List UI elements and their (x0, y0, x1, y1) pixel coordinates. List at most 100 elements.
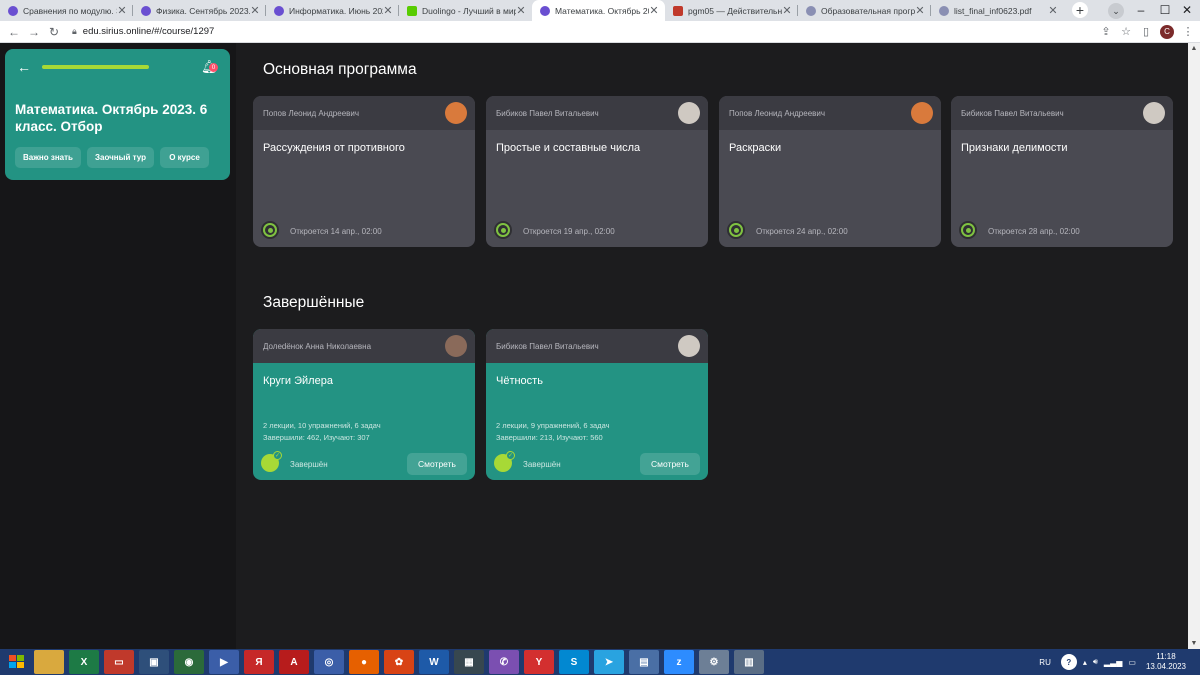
locked-lesson-icon (727, 221, 745, 239)
browser-tab-active[interactable]: Математика. Октябрь 2023 ✕ (532, 0, 665, 21)
file-explorer-icon[interactable] (34, 650, 64, 674)
clock[interactable]: 11:18 13.04.2023 (1146, 652, 1186, 672)
windows-logo-icon (9, 655, 24, 668)
sidebar: ← 🔔︎ 0 Математика. Октябрь 2023. 6 класс… (0, 43, 236, 649)
lesson-card[interactable]: Попов Леонид Андреевич Раскраски Откроет… (719, 96, 941, 247)
scroll-up-icon[interactable]: ▲ (1188, 45, 1200, 52)
app-icon[interactable]: ▣ (139, 650, 169, 674)
minimize-button[interactable]: – (1134, 3, 1148, 17)
browser-tab[interactable]: Информатика. Июнь 2023 ✕ (266, 0, 399, 21)
close-icon[interactable]: ✕ (915, 4, 925, 17)
lesson-status: Откроется 14 апр., 02:00 (290, 227, 382, 236)
app-icon[interactable]: ▤ (629, 650, 659, 674)
important-button[interactable]: Важно знать (15, 147, 81, 168)
reload-icon[interactable]: ↻ (44, 25, 64, 39)
pdf-icon[interactable]: A (279, 650, 309, 674)
maximize-button[interactable]: ☐ (1158, 3, 1172, 17)
about-course-button[interactable]: О курсе (160, 147, 209, 168)
view-button[interactable]: Смотреть (640, 453, 700, 475)
close-icon[interactable]: ✕ (649, 4, 659, 17)
tab-favicon-icon (407, 5, 417, 16)
clock-date: 13.04.2023 (1145, 662, 1186, 671)
viber-icon[interactable]: ✆ (489, 650, 519, 674)
yandex-icon[interactable]: Я (244, 650, 274, 674)
lesson-participants: Завершили: 213, Изучают: 560 (496, 433, 603, 442)
chevron-up-icon[interactable]: ▴ (1083, 658, 1087, 667)
browser-tab[interactable]: Физика. Сентябрь 2023. 7 ✕ (133, 0, 266, 21)
browser-tab[interactable]: list_final_inf0623.pdf ✕ (931, 0, 1064, 21)
word-icon[interactable]: W (419, 650, 449, 674)
share-icon[interactable]: ⇪ (1096, 25, 1116, 38)
sidepanel-icon[interactable]: ▯ (1136, 25, 1156, 38)
completed-lesson-card[interactable]: Долеdёнок Анна Николаевна Круги Эйлера 2… (253, 329, 475, 480)
close-icon[interactable]: ✕ (516, 4, 526, 17)
new-tab-button[interactable]: + (1072, 2, 1088, 18)
completed-lesson-card[interactable]: Бибиков Павел Витальевич Чётность 2 лекц… (486, 329, 708, 480)
network-icon[interactable]: ▂▃▅ (1104, 658, 1122, 667)
scroll-down-icon[interactable]: ▼ (1188, 640, 1200, 647)
app-icon[interactable]: ◉ (174, 650, 204, 674)
course-card: ← 🔔︎ 0 Математика. Октябрь 2023. 6 класс… (5, 49, 230, 180)
lesson-card[interactable]: Бибиков Павел Витальевич Признаки делимо… (951, 96, 1173, 247)
volume-icon[interactable]: 🔊︎ (1093, 657, 1098, 667)
profile-avatar[interactable]: С (1160, 24, 1174, 39)
correspondence-tour-button[interactable]: Заочный тур (87, 147, 154, 168)
app-icon[interactable]: ▭ (104, 650, 134, 674)
teacher-avatar (445, 335, 467, 357)
menu-kebab-icon[interactable]: ⋮ (1178, 25, 1198, 38)
lock-icon: 🔒︎ (72, 26, 77, 36)
excel-icon[interactable]: X (69, 650, 99, 674)
language-indicator[interactable]: RU (1039, 658, 1051, 667)
notification-badge: 0 (209, 63, 218, 72)
lesson-status: Откроется 24 апр., 02:00 (756, 227, 848, 236)
lesson-title: Рассуждения от противного (263, 142, 405, 154)
yandex-browser-icon[interactable]: Y (524, 650, 554, 674)
url-field[interactable]: 🔒︎ edu.sirius.online/#/course/1297 (72, 26, 1096, 37)
forward-arrow-icon[interactable]: → (24, 25, 44, 39)
calculator-icon[interactable]: ▥ (734, 650, 764, 674)
locked-lesson-icon (261, 221, 279, 239)
browser-tab[interactable]: Образовательная програ ✕ (798, 0, 931, 21)
lesson-content-count: 2 лекции, 10 упражнений, 6 задач (263, 421, 381, 430)
browser-tab[interactable]: pgm05 — Действительные ✕ (665, 0, 798, 21)
lesson-card-header: Долеdёнок Анна Николаевна (253, 329, 475, 363)
close-icon[interactable]: ✕ (117, 4, 127, 17)
media-player-icon[interactable]: ▶ (209, 650, 239, 674)
close-window-button[interactable]: ✕ (1180, 3, 1194, 17)
lesson-status: Откроется 28 апр., 02:00 (988, 227, 1080, 236)
lesson-title: Круги Эйлера (263, 375, 333, 387)
lesson-card-header: Попов Леонид Андреевич (719, 96, 941, 130)
browser-tab[interactable]: Duolingo - Лучший в мире ✕ (399, 0, 532, 21)
lesson-card-header: Бибиков Павел Витальевич (951, 96, 1173, 130)
lesson-card[interactable]: Бибиков Павел Витальевич Простые и соста… (486, 96, 708, 247)
view-button[interactable]: Смотреть (407, 453, 467, 475)
back-arrow-icon[interactable]: ← (17, 60, 31, 74)
main-section-title: Основная программа (263, 61, 417, 78)
lesson-status: Откроется 19 апр., 02:00 (523, 227, 615, 236)
page-content: ← 🔔︎ 0 Математика. Октябрь 2023. 6 класс… (0, 43, 1200, 649)
page-scrollbar[interactable]: ▲ ▼ (1188, 43, 1200, 649)
close-icon[interactable]: ✕ (383, 4, 393, 17)
browser-tab[interactable]: Сравнения по модулю. За ✕ (0, 0, 133, 21)
skype-icon[interactable]: S (559, 650, 589, 674)
chrome-icon[interactable]: ◎ (314, 650, 344, 674)
teacher-name: Попов Леонид Андреевич (263, 108, 360, 118)
app-icon[interactable]: ✿ (384, 650, 414, 674)
app-icon[interactable]: ▦ (454, 650, 484, 674)
help-icon[interactable]: ? (1060, 654, 1077, 670)
telegram-icon[interactable]: ➤ (594, 650, 624, 674)
start-button[interactable] (0, 649, 34, 675)
teacher-name: Бибиков Павел Витальевич (496, 108, 599, 118)
close-icon[interactable]: ✕ (782, 4, 792, 17)
star-icon[interactable]: ☆ (1116, 25, 1136, 38)
back-arrow-icon[interactable]: ← (4, 25, 24, 39)
firefox-icon[interactable]: ● (349, 650, 379, 674)
tab-favicon-icon (673, 5, 683, 16)
close-icon[interactable]: ✕ (1048, 4, 1058, 17)
tab-search-button[interactable]: ⌄ (1108, 3, 1124, 19)
lesson-card[interactable]: Попов Леонид Андреевич Рассуждения от пр… (253, 96, 475, 247)
zoom-icon[interactable]: z (664, 650, 694, 674)
display-icon[interactable]: ▭ (1128, 658, 1136, 667)
app-icon[interactable]: ⚙ (699, 650, 729, 674)
close-icon[interactable]: ✕ (250, 4, 260, 17)
